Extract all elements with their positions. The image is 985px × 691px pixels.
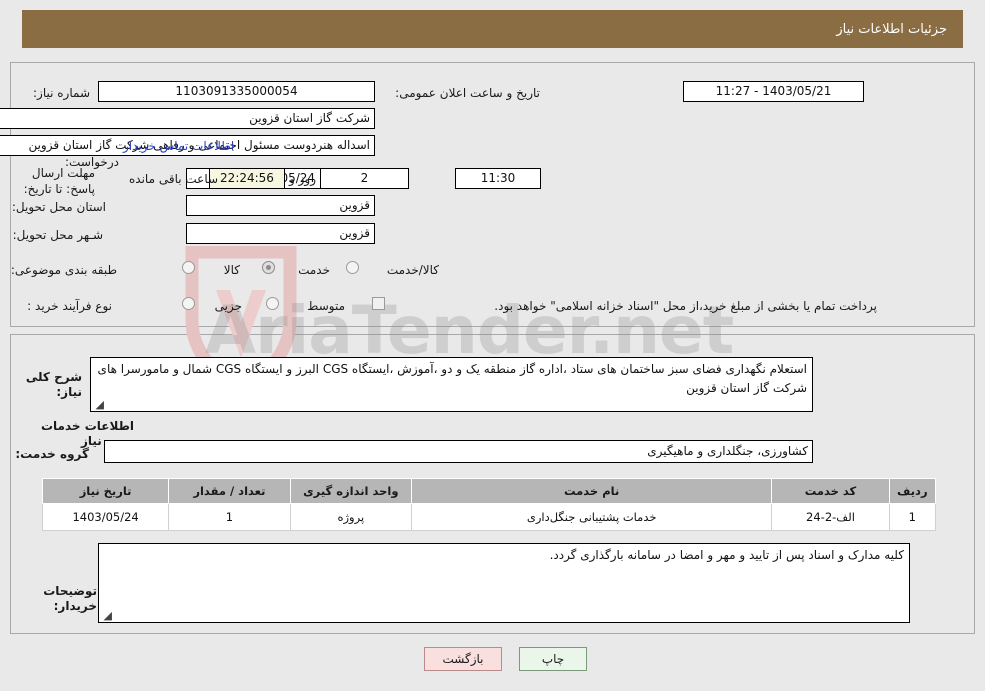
category-label: طبقه بندی موضوعی: <box>10 263 117 277</box>
days-label: روز و <box>289 172 316 186</box>
print-button[interactable]: چاپ <box>519 647 587 671</box>
th-row: ردیف <box>888 478 937 504</box>
announcement-datetime-value: 1403/05/21 - 11:27 <box>683 81 864 102</box>
resize-grip-icon[interactable]: ◢ <box>94 399 104 410</box>
remaining-days-value: 2 <box>320 168 409 189</box>
buyer-org-value: شرکت گاز استان قزوین <box>0 108 375 129</box>
cell-row: 1 <box>888 503 937 531</box>
description-textarea[interactable]: استعلام نگهداری فضای سبز ساختمان های ستا… <box>90 357 813 412</box>
province-label: استان محل تحویل: <box>11 200 106 214</box>
buyer-notes-value: کلیه مدارک و اسناد پس از تایید و مهر و ا… <box>549 548 904 562</box>
buyer-notes-label: توضیحات خریدار: <box>43 584 97 613</box>
deadline-label: مهلت ارسال پاسخ: تا تاریخ: <box>23 166 95 196</box>
cell-quantity: 1 <box>168 503 291 531</box>
treasury-bonds-checkbox[interactable] <box>372 297 385 310</box>
province-value: قزوین <box>186 195 375 216</box>
category-option-label-1: خدمت <box>298 263 330 277</box>
cell-unit: پروژه <box>289 503 413 531</box>
need-number-label: شماره نیاز: <box>33 86 90 100</box>
category-radio-khedmat[interactable] <box>262 261 275 274</box>
page-title-text: جزئیات اطلاعات نیاز <box>836 21 947 37</box>
process-option-label-0: جزیی <box>214 299 242 313</box>
city-label: شـهر محل تحویل: <box>12 228 103 242</box>
category-option-label-0: کالا <box>223 263 240 277</box>
process-radio-jozei[interactable] <box>182 297 195 310</box>
service-group-value: کشاورزی، جنگلداری و ماهیگیری <box>104 440 813 463</box>
announcement-datetime-label: تاریخ و ساعت اعلان عمومی: <box>395 86 540 100</box>
th-date: تاریخ نیاز <box>41 478 170 504</box>
deadline-time-value: 11:30 <box>455 168 541 189</box>
resize-grip-icon[interactable]: ◢ <box>102 610 112 621</box>
buyer-contact-link[interactable]: اطلاعات تماس خریدار <box>123 139 234 153</box>
th-name: نام خدمت <box>411 478 773 504</box>
th-code: کد خدمت <box>771 478 890 504</box>
table-header-row: ردیف کد خدمت نام خدمت واحد اندازه گیری ت… <box>41 478 937 504</box>
description-label: شرح کلی نیاز: <box>25 370 82 399</box>
cell-date: 1403/05/24 <box>41 503 170 531</box>
countdown-value: 22:24:56 <box>209 168 285 189</box>
category-radio-kala[interactable] <box>182 261 195 274</box>
treasury-bonds-note: پرداخت تمام یا بخشی از مبلغ خرید،از محل … <box>494 299 877 313</box>
category-radio-kala-khedmat[interactable] <box>346 261 359 274</box>
remaining-hours-label: ساعت باقی مانده <box>129 172 219 186</box>
process-label: نوع فرآیند خرید : <box>27 299 112 313</box>
process-radio-motevaset[interactable] <box>266 297 279 310</box>
page-title: جزئیات اطلاعات نیاز <box>22 10 963 48</box>
table-row: 1 الف-2-24 خدمات پشتیبانی جنگل‌داری پروژ… <box>41 503 937 531</box>
th-quantity: تعداد / مقدار <box>168 478 291 504</box>
th-unit: واحد اندازه گیری <box>289 478 413 504</box>
back-button[interactable]: بازگشت <box>424 647 502 671</box>
category-option-label-2: کالا/خدمت <box>386 263 439 277</box>
need-number-value: 1103091335000054 <box>98 81 375 102</box>
cell-name: خدمات پشتیبانی جنگل‌داری <box>411 503 773 531</box>
description-value: استعلام نگهداری فضای سبز ساختمان های ستا… <box>97 362 807 395</box>
service-group-label: گروه خدمت: <box>15 447 89 461</box>
process-option-label-1: متوسط <box>307 299 345 313</box>
buyer-notes-textarea[interactable]: کلیه مدارک و اسناد پس از تایید و مهر و ا… <box>98 543 910 623</box>
cell-code: الف-2-24 <box>771 503 890 531</box>
need-details-page: AriaTender.net جزئیات اطلاعات نیاز شماره… <box>0 0 985 691</box>
city-value: قزوین <box>186 223 375 244</box>
services-table: ردیف کد خدمت نام خدمت واحد اندازه گیری ت… <box>41 478 937 531</box>
